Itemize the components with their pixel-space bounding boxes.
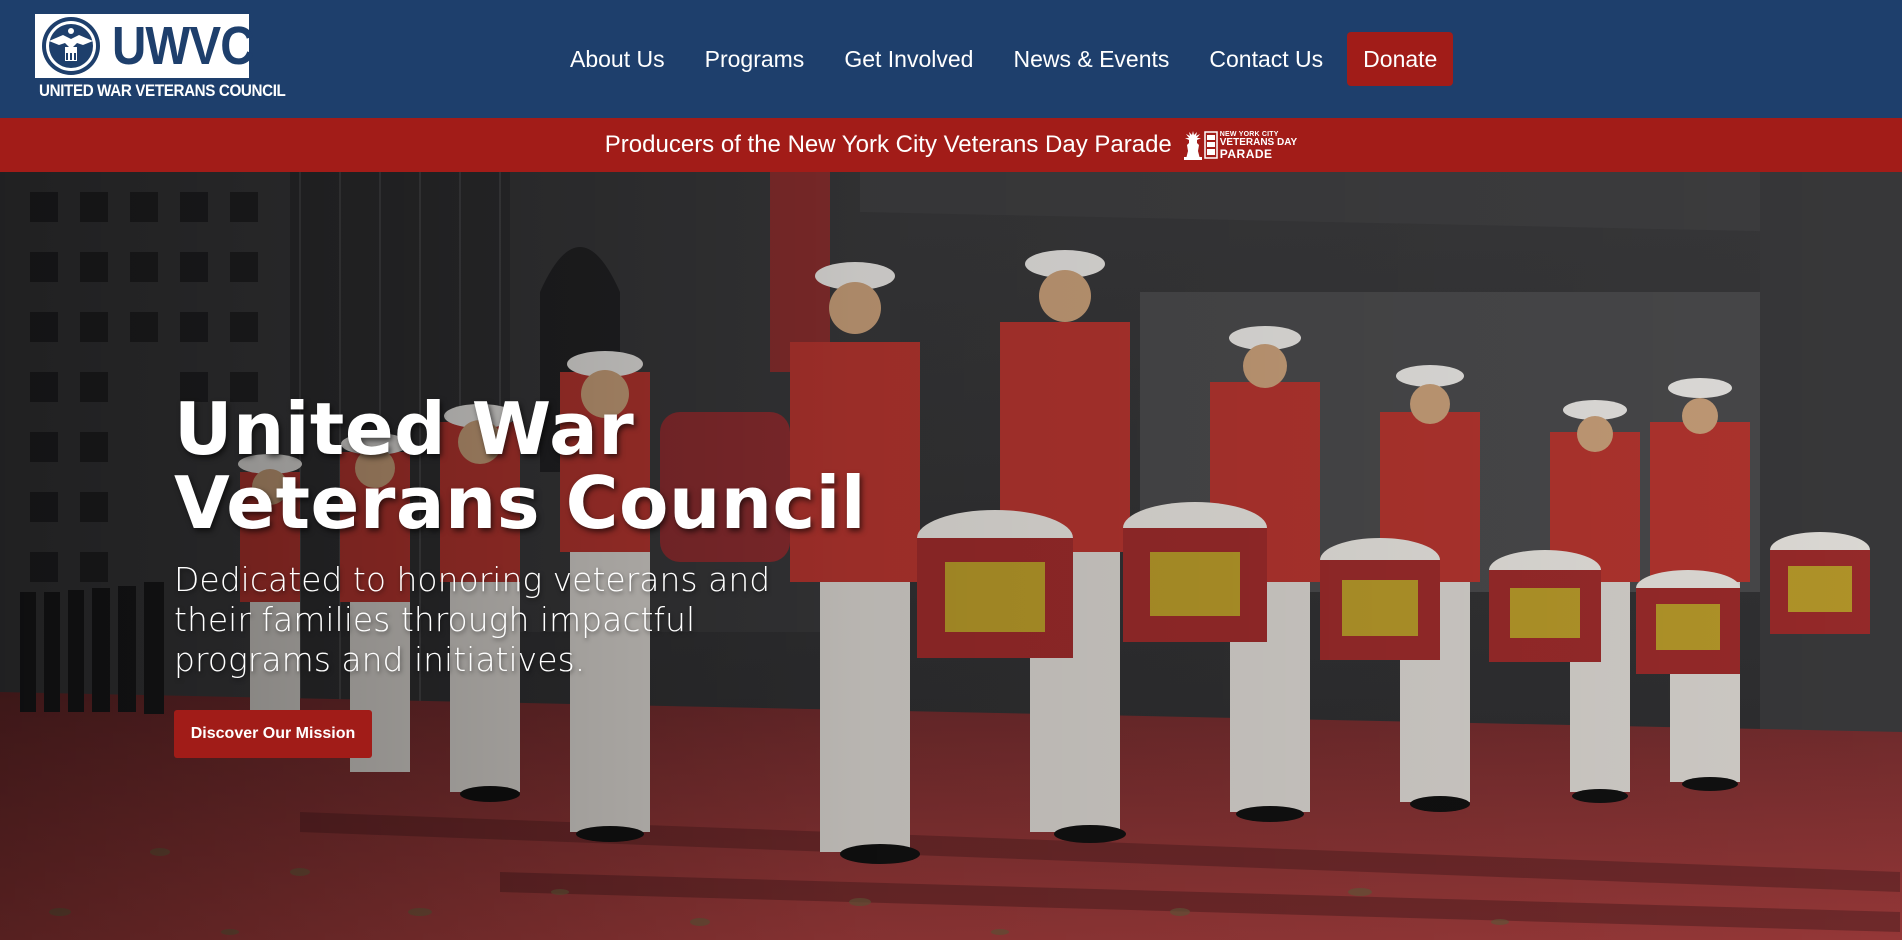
parade-logo: NEW YORK CITY VETERANS DAY PARADE <box>1182 129 1297 161</box>
hero-subtitle: Dedicated to honoring veterans and their… <box>174 560 771 679</box>
logo-abbreviation: UWVC <box>112 16 255 76</box>
uwvc-logo[interactable]: UWVC UNITED WAR VETERANS COUNCIL <box>35 14 286 106</box>
logo-plate: UWVC <box>35 14 255 78</box>
banner-text: Producers of the New York City Veterans … <box>604 131 1172 158</box>
nav-about-us[interactable]: About Us <box>570 46 665 73</box>
nav-get-involved[interactable]: Get Involved <box>844 46 973 73</box>
logo-organization-name: UNITED WAR VETERANS COUNCIL <box>39 82 286 100</box>
nav-contact-us[interactable]: Contact Us <box>1209 46 1323 73</box>
hero-title-line1: United War <box>174 387 635 471</box>
parade-logo-line3: PARADE <box>1219 146 1273 161</box>
parade-logo-line2: VETERANS DAY <box>1219 136 1298 148</box>
discover-mission-button[interactable]: Discover Our Mission <box>174 710 372 758</box>
parade-banner[interactable]: Producers of the New York City Veterans … <box>0 118 1902 172</box>
parade-logo-text: NEW YORK CITY VETERANS DAY PARADE <box>1220 131 1297 160</box>
eagle-seal-icon <box>42 17 100 75</box>
hero-section: United War Veterans Council Dedicated to… <box>0 172 1902 940</box>
site-header: UWVC UNITED WAR VETERANS COUNCIL About U… <box>0 0 1902 118</box>
hero-title-line2: Veterans Council <box>174 461 866 545</box>
main-navigation: About Us Programs Get Involved News & Ev… <box>570 32 1454 86</box>
nav-news-events[interactable]: News & Events <box>1013 46 1169 73</box>
statue-of-liberty-icon <box>1183 131 1202 160</box>
nav-programs[interactable]: Programs <box>705 46 805 73</box>
hero-title: United War Veterans Council <box>174 392 894 540</box>
parade-year-icon <box>1204 131 1218 159</box>
donate-button[interactable]: Donate <box>1347 32 1454 86</box>
hero-overlay <box>0 172 1902 940</box>
